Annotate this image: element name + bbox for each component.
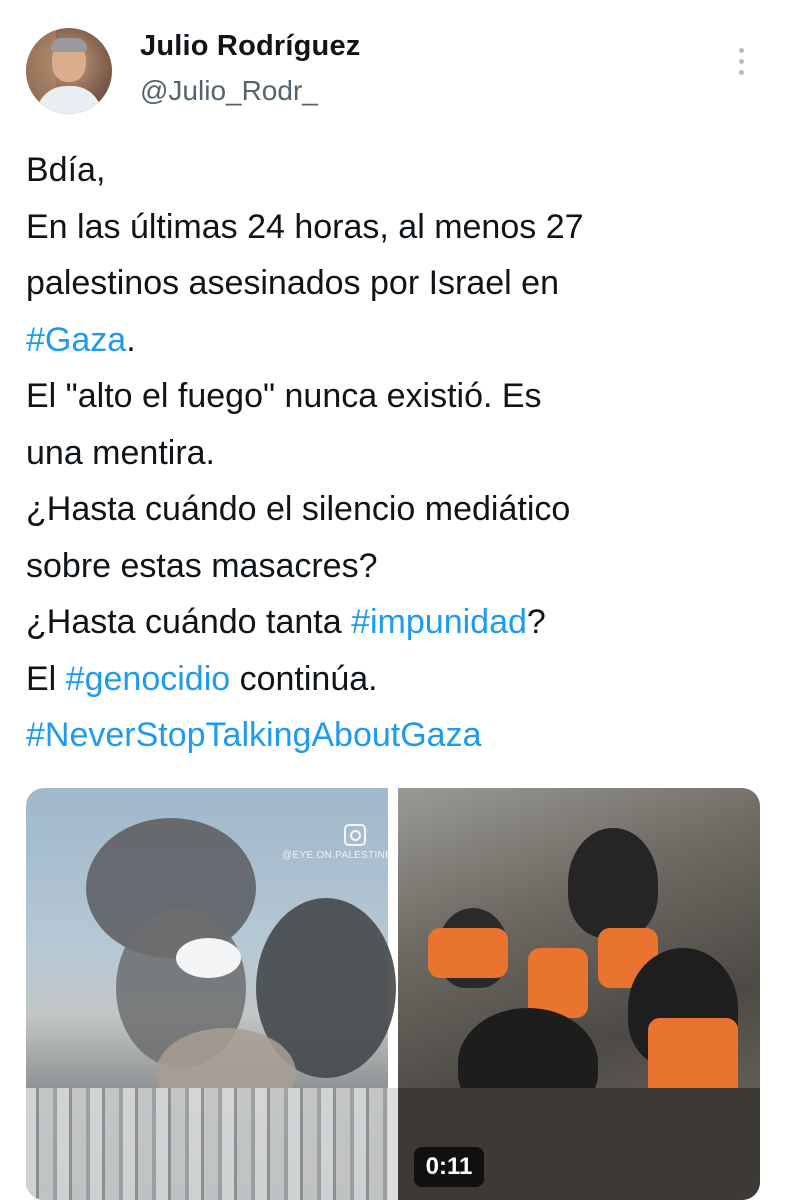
more-vertical-icon[interactable]	[732, 48, 750, 80]
rescuer-figure	[568, 828, 658, 938]
tweet-line: El "alto el fuego" nunca existió. Es	[26, 377, 542, 415]
camp-tents	[26, 1088, 406, 1200]
explosion-image[interactable]: @EYE.ON.PALESTINE	[26, 788, 406, 1200]
media-grid: @EYE.ON.PALESTINE 0:11	[26, 788, 760, 1200]
avatar[interactable]	[26, 28, 112, 114]
author-handle[interactable]: @Julio_Rodr_	[140, 75, 318, 107]
hashtag-gaza[interactable]: #Gaza	[26, 321, 126, 359]
tweet-line: sobre estas masacres?	[26, 546, 378, 585]
avatar-hair	[51, 38, 87, 52]
hashtag-neverstoptalkingaboutgaza[interactable]: #NeverStopTalkingAboutGaza	[26, 716, 482, 754]
watermark-text: @EYE.ON.PALESTINE	[282, 850, 393, 861]
white-blast	[176, 938, 241, 978]
hashtag-impunidad[interactable]: #impunidad	[351, 603, 527, 641]
tweet-line: En las últimas 24 horas, al menos 27	[26, 207, 584, 246]
tweet-line: una mentira.	[26, 433, 215, 472]
video-duration-badge: 0:11	[414, 1147, 484, 1187]
tweet-line: ¿Hasta cuándo tanta	[26, 603, 352, 641]
tweet-line: continúa.	[230, 659, 378, 698]
tweet-line: ¿Hasta cuándo el silencio mediático	[26, 490, 571, 528]
tweet-line: palestinos asesinados por Israel en	[26, 264, 559, 302]
tweet-line: Bdía,	[26, 151, 106, 189]
tweet-line: El	[26, 659, 66, 698]
tweet-line: ?	[526, 603, 546, 641]
instagram-icon	[344, 824, 366, 846]
hashtag-genocidio[interactable]: #genocidio	[66, 660, 230, 698]
rescue-video-thumbnail[interactable]: 0:11	[398, 788, 760, 1200]
author-name[interactable]: Julio Rodríguez	[140, 30, 361, 63]
tweet-line: .	[126, 320, 136, 359]
tweet-text: Bdía, En las últimas 24 horas, al menos …	[26, 142, 766, 764]
rescuer-vest	[648, 1018, 738, 1098]
rescuer-vest	[428, 928, 508, 978]
